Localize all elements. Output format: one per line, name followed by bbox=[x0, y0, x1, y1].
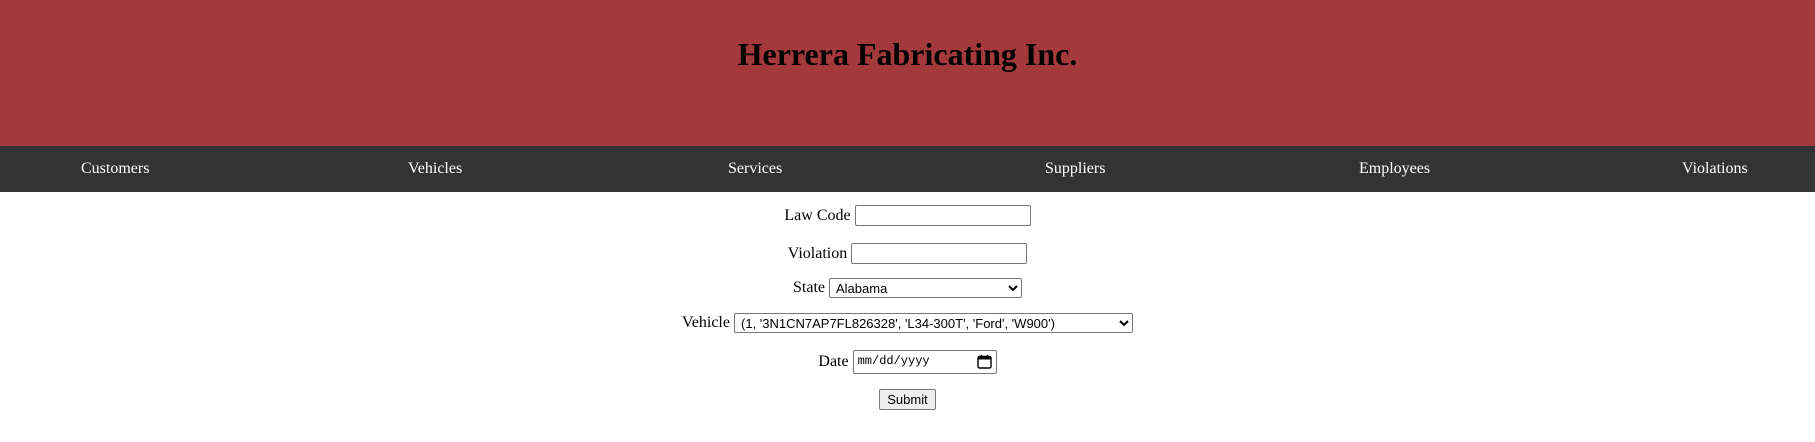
law-code-row: Law Code bbox=[0, 205, 1815, 226]
calendar-icon[interactable] bbox=[976, 354, 992, 369]
violation-row: Violation bbox=[0, 243, 1815, 264]
nav-services[interactable]: Services bbox=[728, 146, 782, 192]
violation-label: Violation bbox=[787, 244, 848, 262]
law-code-label: Law Code bbox=[784, 206, 851, 224]
nav-violations[interactable]: Violations bbox=[1682, 146, 1748, 192]
state-select[interactable]: Alabama bbox=[829, 278, 1022, 298]
law-code-input[interactable] bbox=[854, 205, 1031, 226]
nav-employees[interactable]: Employees bbox=[1359, 146, 1430, 192]
date-label: Date bbox=[818, 353, 849, 370]
date-row: Date mm/dd/yyyy bbox=[0, 350, 1815, 374]
nav-vehicles[interactable]: Vehicles bbox=[408, 146, 462, 192]
site-header: Herrera Fabricating Inc. bbox=[0, 0, 1815, 146]
vehicle-select[interactable]: (1, '3N1CN7AP7FL826328', 'L34-300T', 'Fo… bbox=[733, 313, 1133, 333]
state-row: State Alabama bbox=[0, 278, 1815, 298]
date-placeholder: mm/dd/yyyy bbox=[857, 354, 930, 368]
vehicle-label: Vehicle bbox=[682, 314, 730, 331]
submit-row: Submit bbox=[0, 389, 1815, 410]
violation-input[interactable] bbox=[851, 243, 1028, 264]
state-label: State bbox=[793, 279, 825, 296]
violation-form: Law Code Violation State Alabama Vehicle… bbox=[0, 192, 1815, 442]
vehicle-row: Vehicle (1, '3N1CN7AP7FL826328', 'L34-30… bbox=[0, 313, 1815, 333]
nav-customers[interactable]: Customers bbox=[81, 146, 149, 192]
date-input[interactable]: mm/dd/yyyy bbox=[852, 350, 997, 374]
nav-suppliers[interactable]: Suppliers bbox=[1045, 146, 1105, 192]
site-title: Herrera Fabricating Inc. bbox=[737, 36, 1078, 72]
main-nav: Customers Vehicles Services Suppliers Em… bbox=[0, 146, 1815, 192]
submit-button[interactable]: Submit bbox=[879, 389, 936, 410]
